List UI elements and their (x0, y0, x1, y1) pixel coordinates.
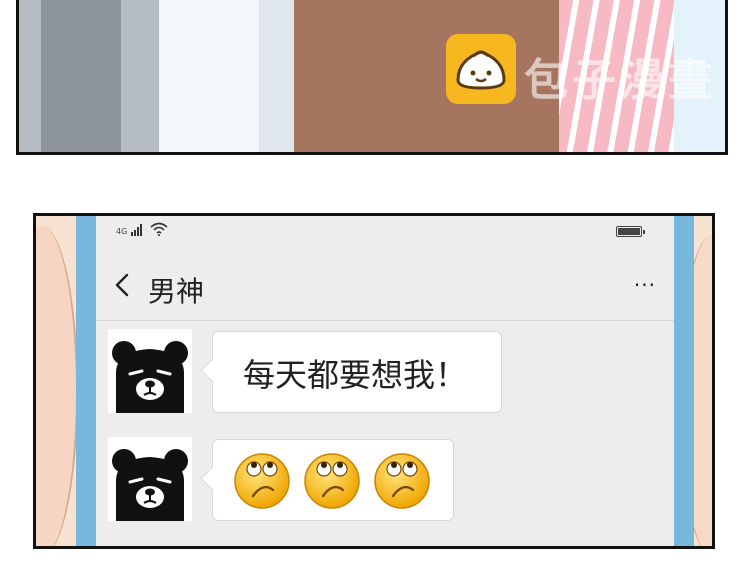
phone-screen: 4G 男神 ··· 每天都要想我！ (96, 216, 674, 546)
status-indicators: 4G (116, 222, 168, 236)
bun-logo-icon (446, 34, 516, 104)
bottom-comic-panel: 4G 男神 ··· 每天都要想我！ (33, 213, 715, 549)
wifi-icon (150, 222, 168, 236)
nav-divider (96, 320, 674, 321)
phone-frame-right (674, 216, 694, 546)
background-door-art (259, 0, 299, 152)
left-hand-art (36, 226, 78, 546)
chat-nav-bar: 男神 ··· (96, 256, 674, 316)
phone-frame-left (76, 216, 96, 546)
chat-message: 每天都要想我！ (108, 329, 668, 419)
signal-bars-icon (131, 224, 143, 236)
more-dots-icon[interactable]: ··· (634, 275, 656, 295)
message-bubble[interactable]: 每天都要想我！ (212, 331, 502, 413)
rolling-eyes-emoji-icon (304, 453, 360, 509)
chevron-left-icon[interactable] (110, 272, 136, 298)
rolling-eyes-emoji-icon (374, 453, 430, 509)
message-text: 每天都要想我！ (243, 356, 468, 394)
chat-title: 男神 (148, 275, 205, 308)
status-bar: 4G (96, 216, 674, 246)
network-label: 4G (116, 227, 128, 236)
message-bubble[interactable] (212, 439, 454, 521)
emoji-row (233, 452, 431, 510)
character-coat-art (41, 0, 121, 152)
rolling-eyes-emoji-icon (234, 453, 290, 509)
black-bear-avatar-icon[interactable] (108, 329, 192, 413)
battery-icon (616, 226, 645, 237)
chat-message (108, 437, 668, 527)
watermark-brand-text: 包子漫畫 (524, 55, 716, 106)
top-comic-panel: 包子漫畫 (16, 0, 728, 155)
black-bear-avatar-icon[interactable] (108, 437, 192, 521)
